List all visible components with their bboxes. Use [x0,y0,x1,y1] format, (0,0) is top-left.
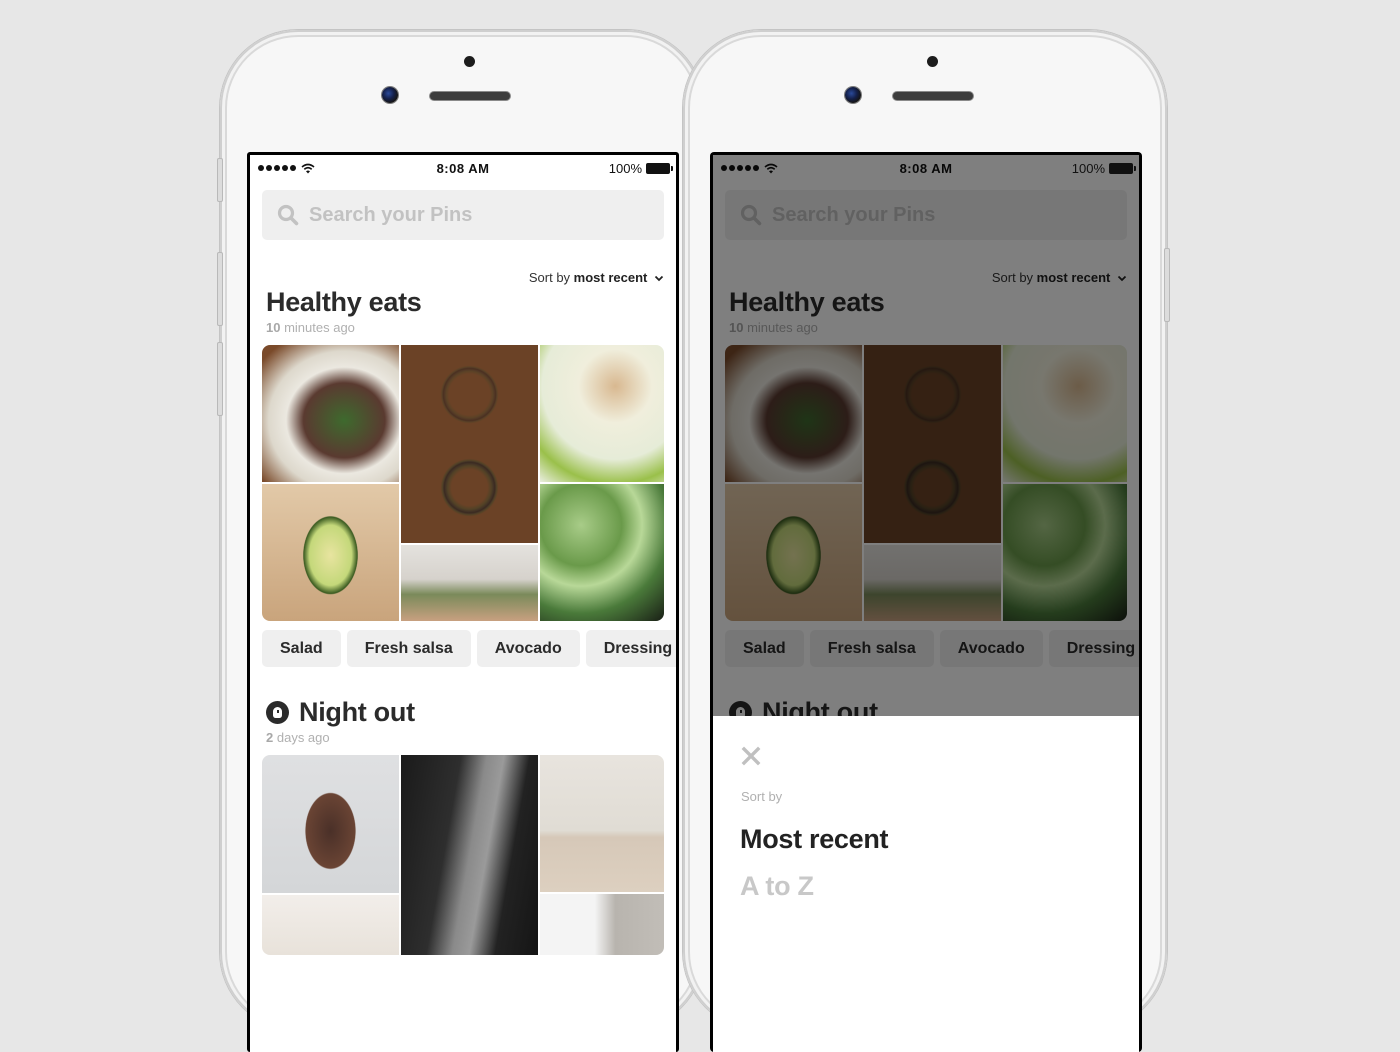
battery-icon [1109,162,1136,174]
pin-image-kitchen[interactable] [401,545,538,621]
close-icon[interactable] [741,746,761,766]
pin-image-sweater[interactable] [540,894,664,955]
sort-value: most recent [573,270,648,285]
updated-text: days ago [276,730,330,745]
chevron-down-icon [654,275,664,282]
pin-image-sprouts[interactable] [540,484,664,621]
battery-icon [646,162,673,174]
pin-image-hair[interactable] [262,755,399,893]
proximity-sensor [927,56,938,67]
sort-dropdown[interactable]: Sort by most recent [250,270,676,285]
phone-left: 8:08 AM 100% Search your Pins Sort by mo… [217,30,704,1052]
battery-percent: 100% [1071,160,1105,176]
screen: 8:08 AM 100% Search your Pins Sort by mo… [247,152,679,1052]
board-image-grid[interactable] [262,345,664,621]
board-title[interactable]: Healthy eats [266,287,676,318]
pin-image-tacos[interactable] [401,345,538,543]
sort-option-a-to-z[interactable]: A to Z [740,871,814,902]
tag-chips: Salad Fresh salsa Avocado Dressing T [262,630,676,667]
volume-up-button [217,252,223,326]
updated-number: 2 [266,730,274,745]
pin-image-lipstick[interactable] [262,895,399,955]
sort-sheet: Sort by Most recent A to Z [713,716,1139,1052]
chip-avocado[interactable]: Avocado [476,630,580,667]
phone-right: 8:08 AM 100% Search your Pins Sort by mo… [683,30,1170,1052]
pin-image-jacket[interactable] [401,755,538,955]
status-bar: 8:08 AM 100% [250,155,676,181]
board-title-text: Night out [299,697,415,727]
earpiece-speaker [430,92,510,100]
board-image-grid-night-out[interactable] [262,755,664,955]
updated-text: minutes ago [284,320,355,335]
chip-salad[interactable]: Salad [262,630,341,667]
search-placeholder: Search your Pins [309,203,473,226]
front-camera [845,87,861,103]
board-updated: 10 minutes ago [266,320,676,335]
screen: 8:08 AM 100% Search your Pins Sort by mo… [710,152,1142,1052]
volume-down-button [217,342,223,416]
pin-image-heels[interactable] [540,755,664,892]
sort-prefix: Sort by [528,270,571,285]
front-camera [382,87,398,103]
pin-image-avocado[interactable] [262,484,399,621]
sort-sheet-label: Sort by [741,789,783,804]
updated-number: 10 [266,320,281,335]
proximity-sensor [464,56,475,67]
battery-percent: 100% [608,160,642,176]
chip-dressing[interactable]: Dressing [585,630,676,667]
earpiece-speaker [893,92,973,100]
power-button [1164,248,1170,322]
chip-fresh-salsa[interactable]: Fresh salsa [346,630,471,667]
sort-option-most-recent[interactable]: Most recent [740,824,889,855]
board-title-night-out[interactable]: Night out [266,697,676,728]
mute-switch [217,158,223,202]
pin-image-lime[interactable] [540,345,664,482]
board-updated: 2 days ago [266,730,676,745]
search-icon [277,204,299,226]
lock-icon [266,701,289,724]
pin-image-salad[interactable] [262,345,399,482]
search-input[interactable]: Search your Pins [262,190,664,240]
